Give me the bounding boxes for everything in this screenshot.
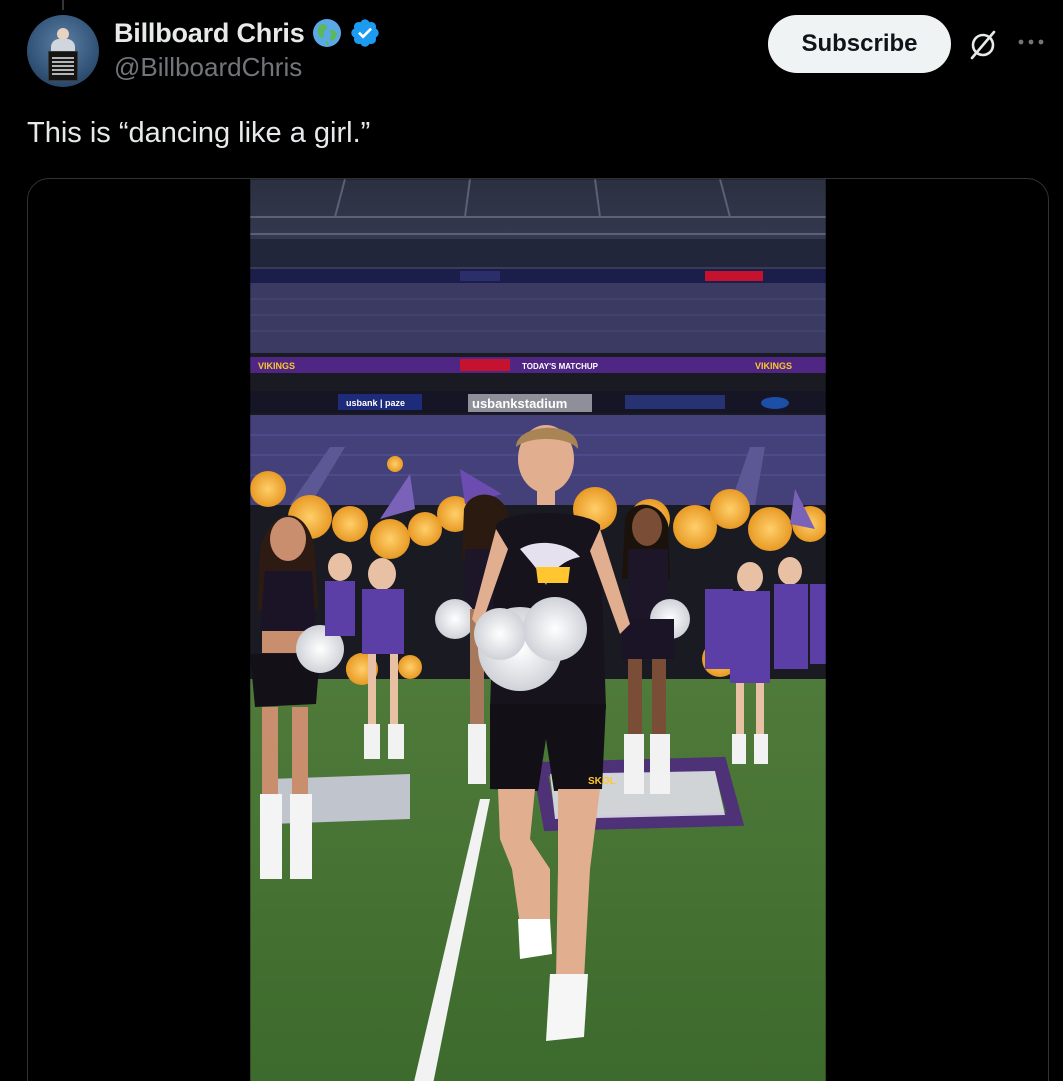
author-name-row: Billboard Chris xyxy=(114,16,381,50)
subscribe-button[interactable]: Subscribe xyxy=(768,15,951,73)
media-card[interactable]: VIKINGS TODAY'S MATCHUP VIKINGS usbank |… xyxy=(27,178,1049,1081)
sponsor-sign: usbank | paze xyxy=(346,398,405,408)
stadium-sign: usbankstadium xyxy=(472,396,567,411)
author-handle[interactable]: @BillboardChris xyxy=(114,52,302,83)
ribbon-label-left: VIKINGS xyxy=(258,361,295,371)
ribbon-label-right: VIKINGS xyxy=(755,361,792,371)
globe-icon xyxy=(312,19,341,47)
author-display-name[interactable]: Billboard Chris xyxy=(114,18,305,49)
author-avatar[interactable] xyxy=(27,15,99,87)
tweet-text: This is “dancing like a girl.” xyxy=(27,117,371,149)
video-frame: VIKINGS TODAY'S MATCHUP VIKINGS usbank |… xyxy=(250,179,826,1081)
video-player[interactable]: VIKINGS TODAY'S MATCHUP VIKINGS usbank |… xyxy=(250,179,826,1081)
grok-icon[interactable] xyxy=(966,28,1000,62)
ribbon-label-center: TODAY'S MATCHUP xyxy=(522,362,599,371)
jersey-text: SKOL xyxy=(588,776,616,787)
avatar-sign xyxy=(48,51,78,81)
post-view: Billboard Chris @BillboardChris Subscrib… xyxy=(0,0,1063,1081)
verified-icon xyxy=(350,19,379,47)
more-icon[interactable] xyxy=(1016,36,1046,48)
thread-line xyxy=(62,0,64,10)
